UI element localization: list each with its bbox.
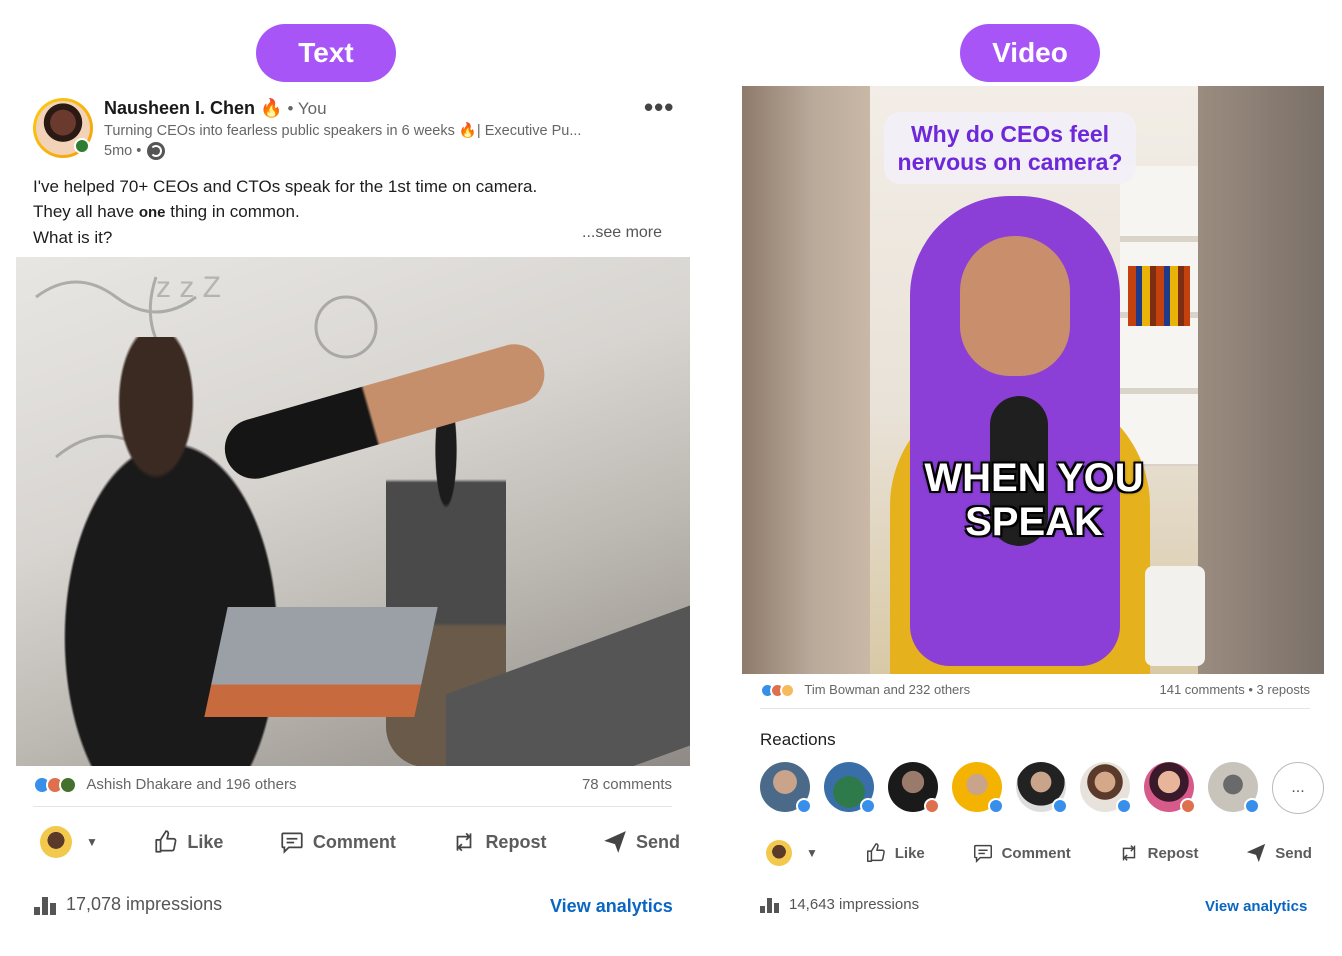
post-video[interactable]: Why do CEOs feel nervous on camera? WHEN… <box>742 86 1324 674</box>
books <box>1128 266 1190 326</box>
post-body-line: They all have one thing in common. <box>33 202 300 221</box>
more-dots-icon[interactable]: ••• <box>644 92 674 123</box>
impressions: 17,078 impressions <box>34 894 222 915</box>
comments-reposts-count[interactable]: 141 comments • 3 reposts <box>1159 682 1310 698</box>
divider <box>33 806 672 807</box>
reactor-avatars: ... <box>760 762 1324 814</box>
reaction-icons <box>760 683 795 699</box>
view-analytics-link[interactable]: View analytics <box>550 896 673 917</box>
analytics-bars-icon <box>760 897 779 913</box>
post-photo[interactable]: z z Z <box>16 257 690 766</box>
action-bar: ▼ Like Comment Repost Send <box>766 840 1312 866</box>
send-button[interactable]: Send <box>1245 842 1312 864</box>
view-analytics-link[interactable]: View analytics <box>1205 898 1307 915</box>
avatar <box>766 840 792 866</box>
author-headline: Turning CEOs into fearless public speake… <box>104 123 582 139</box>
reactor-avatar[interactable] <box>952 762 1004 814</box>
action-bar: ▼ Like Comment Repost Send <box>40 826 680 858</box>
send-button[interactable]: Send <box>602 829 680 855</box>
reactor-avatar[interactable] <box>1016 762 1068 814</box>
reactor-avatar[interactable] <box>1080 762 1132 814</box>
reactor-avatar[interactable] <box>1208 762 1260 814</box>
comment-button[interactable]: Comment <box>279 829 396 855</box>
repost-button[interactable]: Repost <box>451 829 546 855</box>
comments-count[interactable]: 78 comments <box>582 776 672 794</box>
reactions-summary[interactable]: Ashish Dhakare and 196 others 78 comment… <box>33 776 672 795</box>
impressions-count: 17,078 impressions <box>66 894 223 914</box>
repost-icon <box>457 832 472 852</box>
text-post-card: Nausheen I. Chen 🔥 • You Turning CEOs in… <box>16 90 690 932</box>
label-text-pill: Text <box>256 24 396 82</box>
caret-down-icon: ▼ <box>806 846 818 860</box>
reactor-avatar[interactable] <box>1144 762 1196 814</box>
reactions-title: Reactions <box>760 730 836 749</box>
send-icon <box>604 831 626 853</box>
author-name[interactable]: Nausheen I. Chen <box>104 98 255 118</box>
more-reactors-button[interactable]: ... <box>1272 762 1324 814</box>
like-button[interactable]: Like <box>153 829 223 855</box>
question-overlay: Why do CEOs feel nervous on camera? <box>884 112 1136 184</box>
author-you-tag: • You <box>287 99 327 118</box>
react-as-selector[interactable]: ▼ <box>766 840 818 866</box>
mug <box>1145 566 1205 666</box>
repost-icon <box>1122 845 1135 861</box>
reactor-avatar[interactable] <box>888 762 940 814</box>
label-video-pill: Video <box>960 24 1100 82</box>
reaction-icons <box>33 776 77 795</box>
like-button[interactable]: Like <box>865 842 925 864</box>
divider <box>760 708 1310 709</box>
svg-text:z z Z: z z Z <box>156 271 221 304</box>
impressions-count: 14,643 impressions <box>789 896 920 913</box>
reactions-summary[interactable]: Tim Bowman and 232 others 141 comments •… <box>760 682 1310 699</box>
post-body-line: What is it? <box>33 228 113 247</box>
comment-icon <box>973 844 992 864</box>
see-more-link[interactable]: ...see more <box>582 224 662 242</box>
comment-button[interactable]: Comment <box>972 842 1071 864</box>
post-time: 5mo • <box>104 143 142 159</box>
reactor-avatar[interactable] <box>824 762 876 814</box>
repost-button[interactable]: Repost <box>1118 842 1198 864</box>
globe-icon <box>147 142 166 160</box>
laptop <box>204 607 438 717</box>
reactor-avatar[interactable] <box>760 762 812 814</box>
caret-down-icon: ▼ <box>86 835 98 849</box>
reactions-text[interactable]: Tim Bowman and 232 others <box>804 682 970 697</box>
reactions-text[interactable]: Ashish Dhakare and 196 others <box>86 776 296 793</box>
analytics-bars-icon <box>34 895 56 915</box>
author-name-line[interactable]: Nausheen I. Chen 🔥 • You <box>104 98 327 119</box>
post-body-line: I've helped 70+ CEOs and CTOs speak for … <box>33 177 538 196</box>
like-icon <box>866 843 885 862</box>
video-post-card: Why do CEOs feel nervous on camera? WHEN… <box>736 84 1326 932</box>
react-as-selector[interactable]: ▼ <box>40 826 98 858</box>
impressions: 14,643 impressions <box>760 896 919 913</box>
comment-icon <box>281 832 303 854</box>
fire-emoji: 🔥 <box>260 98 283 118</box>
caption-overlay: WHEN YOU SPEAK <box>924 456 1144 544</box>
presenter-face <box>960 236 1070 376</box>
video-frame: Why do CEOs feel nervous on camera? WHEN… <box>870 86 1205 674</box>
avatar <box>40 826 72 858</box>
like-icon <box>155 830 177 853</box>
online-status-dot <box>74 138 90 154</box>
post-body: I've helped 70+ CEOs and CTOs speak for … <box>33 174 537 250</box>
post-meta: 5mo • <box>104 142 166 160</box>
send-icon <box>1247 843 1266 863</box>
